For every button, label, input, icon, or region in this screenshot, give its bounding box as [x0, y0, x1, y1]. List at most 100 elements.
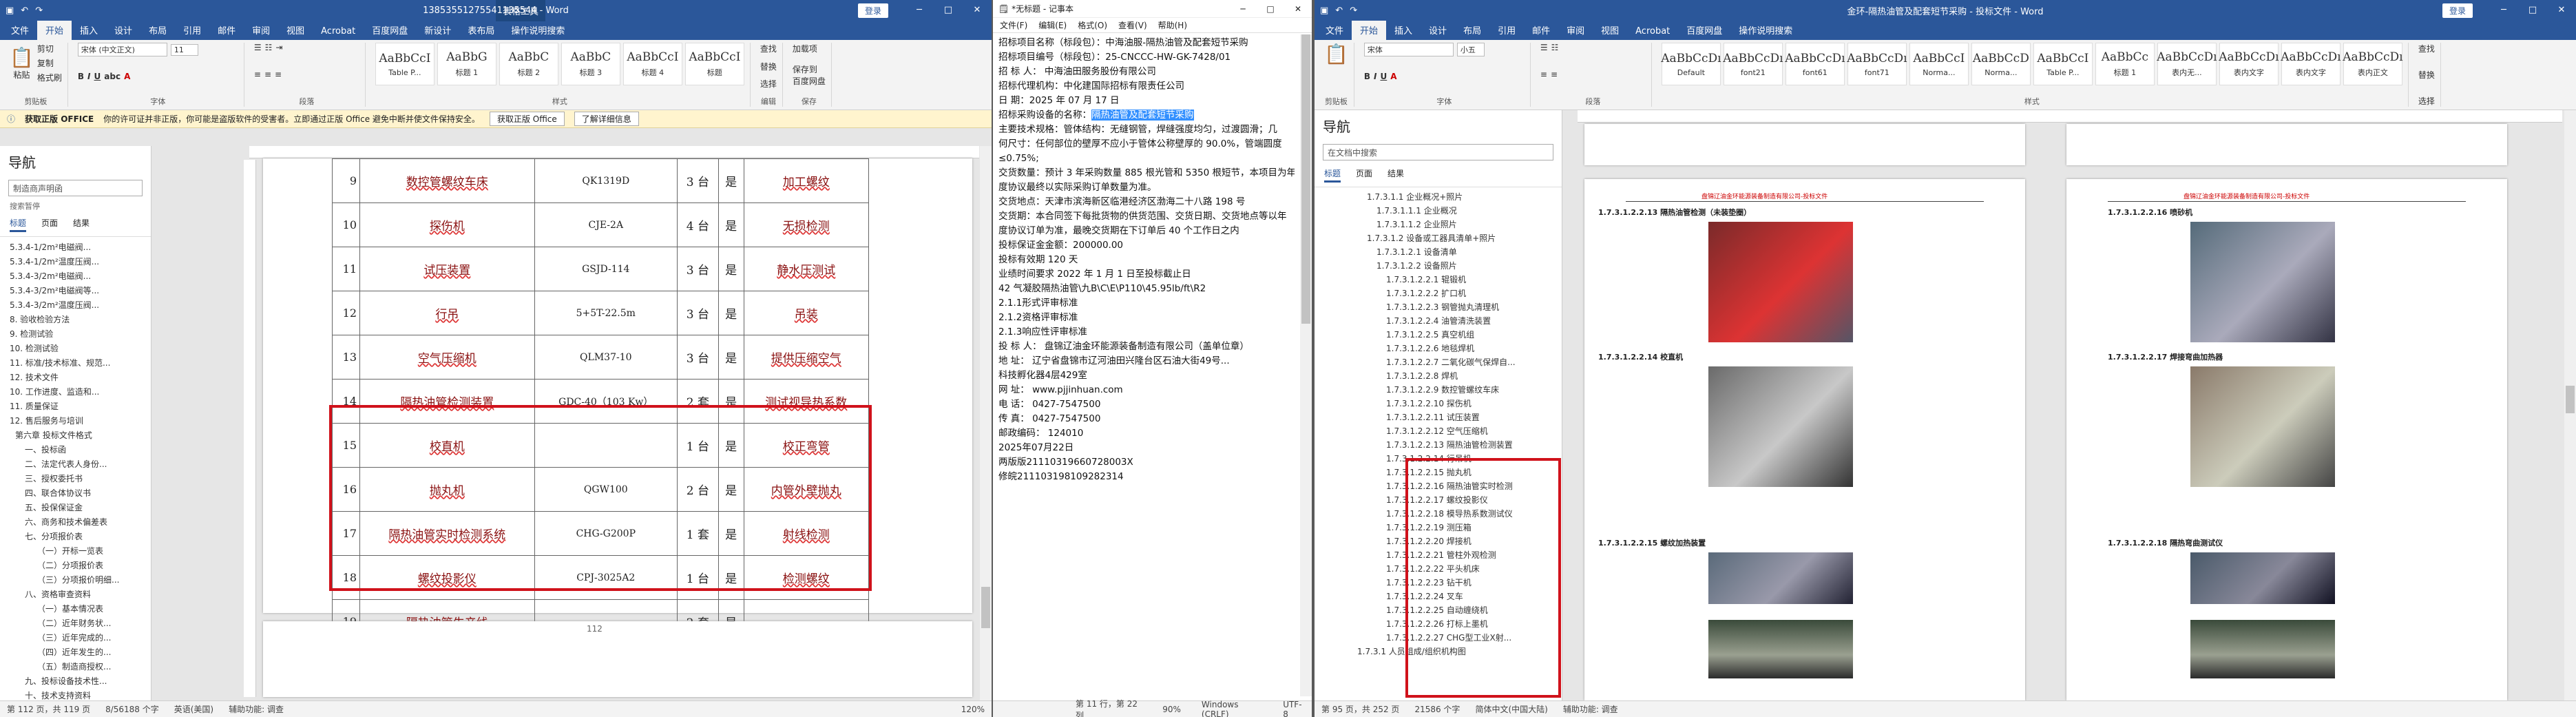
nav-heading[interactable]: （五）制造商授权... [0, 659, 151, 674]
document-canvas[interactable]: 盘锦辽油金环能源装备制造有限公司-投标文件 1.7.3.1.2.2.13 隔热油管… [1564, 110, 2576, 700]
align-left-icon[interactable]: ≡ [254, 70, 261, 79]
paste-icon[interactable]: 📋 [1324, 43, 1348, 65]
nav-heading[interactable]: （一）基本情况表 [0, 601, 151, 616]
table-cell-y[interactable]: 是 [718, 158, 744, 203]
tab-9[interactable]: Acrobat [1627, 23, 1678, 40]
undo-icon[interactable]: ↶ [21, 6, 28, 16]
nav-heading[interactable]: （二）近年财务状... [0, 616, 151, 630]
horizontal-ruler[interactable] [1578, 110, 2562, 123]
style-item[interactable]: AaBbCcDı 表内正文 [2343, 43, 2403, 85]
nav-heading[interactable]: 12. 售后服务与培训 [0, 413, 151, 428]
nav-tab-2[interactable]: 结果 [73, 217, 90, 232]
redo-icon[interactable]: ↷ [1350, 6, 1357, 16]
style-item[interactable]: AaBbCcDı 表内文字 [2219, 43, 2279, 85]
style-item[interactable]: AaBbCcDı font71 [1847, 43, 1907, 85]
bullets-icon[interactable]: ☰ [254, 43, 262, 52]
replace-button[interactable]: 替换 [760, 61, 777, 72]
document-page-1[interactable]: 盘锦辽油金环能源装备制造有限公司-投标文件 1.7.3.1.2.2.13 隔热油管… [1584, 179, 2025, 700]
nav-tab-0[interactable]: 标题 [10, 217, 27, 232]
font-size-box[interactable]: 11 [170, 43, 198, 56]
redo-icon[interactable]: ↷ [35, 6, 43, 16]
table-cell-func[interactable]: 提供压缩空气 [743, 335, 870, 380]
nav-heading[interactable]: 1.7.3.1.2.2.1 辊锻机 [1315, 273, 1562, 287]
nav-heading[interactable]: 1.7.3.1.2.2.2 扩口机 [1315, 287, 1562, 300]
nav-heading[interactable]: （三）分项报价明细... [0, 572, 151, 587]
minimize-button[interactable]: ─ [2489, 0, 2518, 21]
nav-heading[interactable]: 1.7.3.1.2.2.13 隔热油管检测装置 [1315, 438, 1562, 452]
table-row[interactable]: 10 探伤机 CJE-2A 4 台是无损检测 [332, 202, 870, 247]
table-cell-name[interactable]: 数控管螺纹车床 [359, 158, 535, 203]
format-painter-button[interactable]: 格式刷 [37, 72, 62, 83]
nav-heading[interactable]: 1.7.3.1.2.2.8 焊机 [1315, 369, 1562, 383]
style-item[interactable]: AaBbCcDı Default [1661, 43, 1721, 85]
vertical-scrollbar[interactable] [2564, 110, 2576, 700]
nav-heading[interactable]: 九、投标设备技术性... [0, 674, 151, 688]
close-button[interactable]: ✕ [963, 0, 992, 21]
style-item[interactable]: AaBbCcI 标题 4 [622, 43, 682, 85]
learn-more-button[interactable]: 了解详细信息 [574, 112, 639, 126]
nav-heading[interactable]: 11. 标准/技术标准、规范... [0, 355, 151, 370]
font-name-box[interactable]: 宋体 (中文正文) [77, 43, 167, 56]
align-center-icon[interactable]: ≡ [264, 70, 271, 79]
tab-6[interactable]: 邮件 [1524, 20, 1558, 40]
style-item[interactable]: AaBbC 标题 3 [561, 43, 620, 85]
select-button[interactable]: 选择 [2418, 95, 2435, 107]
tab-4[interactable]: 布局 [140, 20, 175, 40]
tab-5[interactable]: 引用 [175, 20, 209, 40]
menu-item[interactable]: 编辑(E) [1038, 19, 1067, 31]
tab-1[interactable]: 开始 [1352, 20, 1387, 40]
nav-heading[interactable]: 10. 工作进度、监造和... [0, 384, 151, 399]
nav-heading[interactable]: 1.7.3.1.2.2.6 地毯焊机 [1315, 342, 1562, 355]
tab-10[interactable]: 百度网盘 [364, 20, 416, 40]
table-cell-n[interactable]: 9 [332, 158, 360, 203]
table-cell-func[interactable]: 无损检测 [743, 202, 870, 247]
scroll-thumb[interactable] [981, 587, 990, 628]
maximize-button[interactable]: □ [934, 0, 963, 21]
underline-button[interactable]: U [94, 72, 101, 81]
table-cell-y[interactable]: 是 [718, 202, 744, 247]
nav-tab-2[interactable]: 结果 [1388, 167, 1404, 183]
table-cell-model[interactable]: QLM37-10 [534, 335, 678, 380]
style-item[interactable]: AaBbCcI Table P... [2033, 43, 2093, 85]
table-cell-y[interactable]: 是 [718, 335, 744, 380]
cut-button[interactable]: 剪切 [37, 43, 62, 54]
style-item[interactable]: AaBbCcI 标题 [684, 43, 744, 85]
nav-heading[interactable]: 5.3.4-1/2m²电磁阀... [0, 240, 151, 254]
find-button[interactable]: 查找 [760, 43, 777, 54]
nav-heading[interactable]: （三）近年完成的... [0, 630, 151, 645]
paste-button[interactable]: 📋 粘贴 [10, 46, 34, 81]
nav-heading[interactable]: 七、分项报价表 [0, 529, 151, 543]
table-cell-name[interactable]: 试压装置 [359, 247, 535, 291]
tab-0[interactable]: 文件 [3, 20, 37, 40]
bold-button[interactable]: B [1364, 72, 1370, 81]
document-canvas[interactable]: 9 数控管螺纹车床 QK1319D 3 台是加工螺纹 10 探伤机 CJE-2A 4 台是无损… [153, 146, 992, 700]
style-item[interactable]: AaBbG 标题 1 [437, 43, 496, 85]
document-page-2[interactable]: 112 [263, 621, 972, 697]
menu-item[interactable]: 格式(O) [1078, 19, 1107, 31]
table-cell-name[interactable]: 探伤机 [359, 202, 535, 247]
align-right-icon[interactable]: ≡ [275, 70, 282, 79]
align-center-icon[interactable]: ≡ [1551, 70, 1558, 79]
nav-heading[interactable]: 5.3.4-1/2m²温度压阀... [0, 254, 151, 269]
nav-heading[interactable]: 五、投保保证金 [0, 500, 151, 515]
minimize-button[interactable]: ─ [905, 0, 934, 21]
vertical-scrollbar[interactable] [980, 146, 992, 700]
maximize-button[interactable]: □ [2518, 0, 2547, 21]
table-row[interactable]: 13 空气压缩机 QLM37-10 3 台是提供压缩空气 [332, 335, 870, 380]
table-cell-n[interactable]: 12 [332, 291, 360, 335]
font-color-button[interactable]: A [124, 72, 130, 81]
nav-heading[interactable]: （二）分项报价表 [0, 558, 151, 572]
vertical-ruler[interactable] [244, 160, 256, 697]
style-item[interactable]: AaBbCcI Norma... [1909, 43, 1969, 85]
nav-heading[interactable]: 1.7.3.1.2.2 设备照片 [1315, 259, 1562, 273]
table-cell-model[interactable]: CJE-2A [534, 202, 678, 247]
nav-heading[interactable]: 12. 技术文件 [0, 370, 151, 384]
table-row[interactable]: 11 试压装置 GSJD-114 3 台是静水压测试 [332, 247, 870, 291]
nav-heading[interactable]: 11. 质量保证 [0, 399, 151, 413]
nav-search-input[interactable]: 制造商声明函 [8, 180, 143, 196]
nav-heading[interactable]: 1.7.3.1.1.1 企业概况 [1315, 204, 1562, 218]
style-item[interactable]: AaBbCc 标题 1 [2095, 43, 2155, 85]
nav-heading[interactable]: 1.7.3.1.2.2.5 真空机组 [1315, 328, 1562, 342]
menu-item[interactable]: 文件(F) [1000, 19, 1027, 31]
tab-7[interactable]: 审阅 [1558, 20, 1593, 40]
